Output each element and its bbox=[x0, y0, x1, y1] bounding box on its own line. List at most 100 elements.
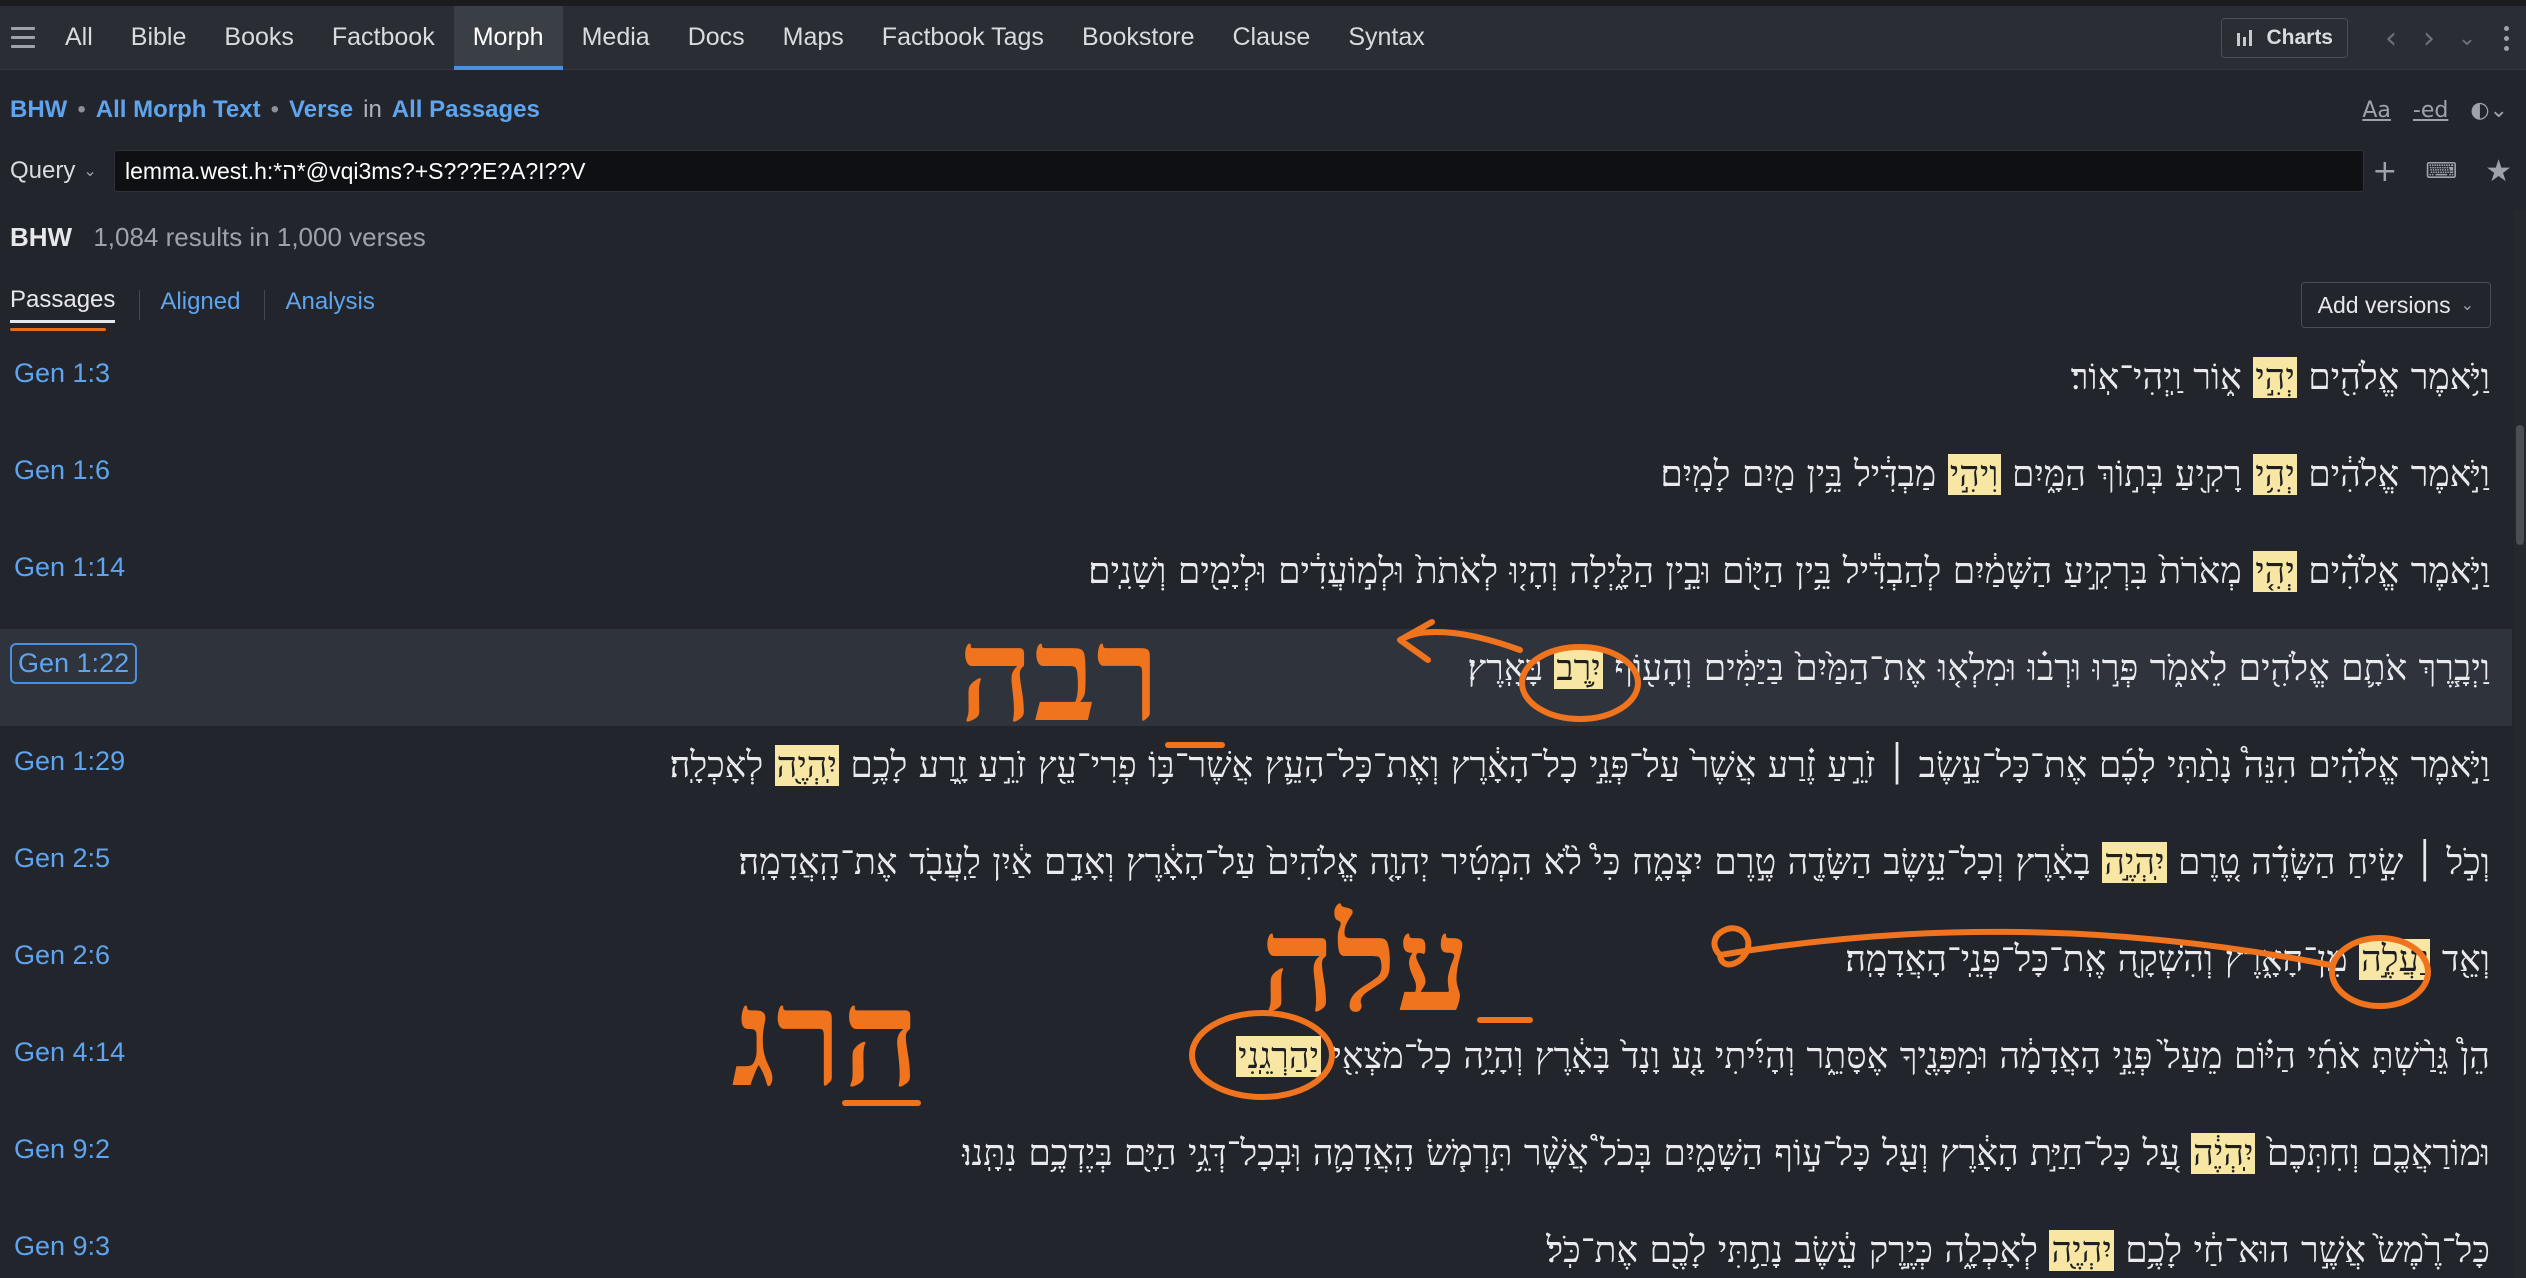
verse-text: וַיֹּ֣אמֶר אֱלֹהִ֔ים יְהִ֥י רָקִ֖יעַ בְּ… bbox=[1660, 453, 2490, 495]
tab-maps[interactable]: Maps bbox=[764, 6, 863, 70]
passage-row: Gen 2:6 וְאֵ֖ד יַעֲלֶ֣ה מִן־הָאָ֑רֶץ וְה… bbox=[0, 920, 2512, 1017]
bar-chart-icon bbox=[2237, 30, 2253, 46]
verse-text-segment: וַיֹּ֣אמֶר אֱלֹהִ֗ים bbox=[2296, 551, 2490, 592]
match-highlight[interactable]: יַהַרְגֵֽנִי bbox=[1236, 1036, 1322, 1077]
history-chevron-icon[interactable]: ⌄ bbox=[2448, 26, 2486, 51]
scrollbar[interactable] bbox=[2514, 210, 2526, 1278]
verse-text: וַיְבָ֧רֶךְ אֹתָ֛ם אֱלֹהִ֖ים לֵאמֹ֑ר פְּ… bbox=[1467, 647, 2490, 689]
verse-reference[interactable]: Gen 4:14 bbox=[14, 1037, 125, 1068]
view-subtabs: Passages Aligned Analysis bbox=[10, 286, 399, 323]
verse-reference[interactable]: Gen 1:6 bbox=[14, 455, 110, 486]
match-highlight[interactable]: יִהְיֶ֖ה bbox=[2049, 1230, 2114, 1271]
scrollbar-thumb[interactable] bbox=[2516, 425, 2524, 545]
star-icon[interactable]: ★ bbox=[2485, 154, 2512, 189]
chevron-down-icon: ⌄ bbox=[83, 163, 97, 180]
verse-text-segment: עַ֚ל כָּל־חַיַּ֣ת הָאָ֔רֶץ וְעַ֖ל כָּל־ע… bbox=[962, 1133, 2192, 1174]
verse-text-segment: מִן־הָאָ֑רֶץ וְהִשְׁקָ֖ה אֶֽת־כָּל־פְּנֵ… bbox=[1845, 939, 2360, 980]
verse-text: וַיֹּ֣אמֶר אֱלֹהִ֗ים יְהִ֤י מְאֹרֹת֙ בִּ… bbox=[1088, 550, 2490, 592]
tab-bar-tools: Charts ‹ › ⌄ bbox=[2221, 6, 2526, 70]
verse-reference[interactable]: Gen 1:22 bbox=[10, 643, 138, 684]
tab-books[interactable]: Books bbox=[205, 6, 312, 70]
tab-factbook-tags[interactable]: Factbook Tags bbox=[863, 6, 1063, 70]
tab-media[interactable]: Media bbox=[563, 6, 669, 70]
tab-morph[interactable]: Morph bbox=[453, 5, 563, 70]
passage-list: Gen 1:3 וַיֹּ֥אמֶר אֱלֹהִ֖ים יְהִ֣י א֑וֹ… bbox=[0, 338, 2512, 1278]
match-highlight[interactable]: וִיהִ֣י bbox=[1947, 454, 2001, 495]
verse-text: וַיֹּ֣אמֶר אֱלֹהִ֗ים הִנֵּה֩ נָתַ֨תִּי ל… bbox=[670, 744, 2490, 786]
back-arrow-icon[interactable]: ‹ bbox=[2372, 21, 2410, 56]
match-highlight[interactable]: יְהִ֤י bbox=[2253, 551, 2297, 592]
query-input[interactable]: lemma.west.h:*ה*@vqi3ms?+S???E?A?I??V bbox=[114, 150, 2364, 192]
tab-syntax[interactable]: Syntax bbox=[1329, 6, 1443, 70]
verse-reference[interactable]: Gen 1:14 bbox=[14, 552, 125, 583]
verse-reference[interactable]: Gen 2:6 bbox=[14, 940, 110, 971]
verse-text-segment: מְאֹרֹת֙ בִּרְקִ֣יעַ הַשָּׁמַ֔יִם לְהַבְ… bbox=[1088, 551, 2254, 592]
breadcrumb-text[interactable]: All Morph Text bbox=[96, 96, 261, 124]
passage-row: Gen 1:3 וַיֹּ֥אמֶר אֱלֹהִ֖ים יְהִ֣י א֑וֹ… bbox=[0, 338, 2512, 435]
breadcrumb-separator: • bbox=[77, 96, 86, 123]
verse-text: וְאֵ֖ד יַעֲלֶ֣ה מִן־הָאָ֑רֶץ וְהִשְׁקָ֖ה… bbox=[1845, 938, 2490, 980]
match-highlight[interactable]: יְהִ֣י bbox=[2253, 357, 2297, 398]
subtab-divider bbox=[139, 289, 141, 320]
verse-text-segment: בָּאָֽרֶץ׃ bbox=[1467, 648, 1555, 689]
verse-text-segment: לְאָכְלָֽה׃ bbox=[669, 745, 775, 786]
match-highlight[interactable]: יִ֥רֶב bbox=[1554, 648, 1603, 689]
match-highlight[interactable]: יִֽהְיֶ֖ה bbox=[774, 745, 839, 786]
verse-text-segment: וְאֵ֖ד bbox=[2430, 939, 2490, 980]
verse-reference[interactable]: Gen 9:2 bbox=[14, 1134, 110, 1165]
chevron-down-icon: ⌄ bbox=[2460, 297, 2474, 314]
verse-text: הֵן֩ גֵּרַ֨שְׁתָּ אֹתִ֜י הַיּ֗וֹם מֵעַל֙… bbox=[1236, 1035, 2490, 1077]
tab-bible[interactable]: Bible bbox=[112, 6, 206, 70]
results-summary: BHW 1,084 results in 1,000 verses bbox=[10, 222, 426, 253]
verse-reference[interactable]: Gen 1:3 bbox=[14, 358, 110, 389]
breadcrumb-scope[interactable]: Verse bbox=[289, 96, 353, 124]
forward-arrow-icon[interactable]: › bbox=[2410, 21, 2448, 56]
match-highlight[interactable]: יְהִ֥י bbox=[2253, 454, 2297, 495]
verse-reference[interactable]: Gen 1:29 bbox=[14, 746, 125, 777]
tab-factbook[interactable]: Factbook bbox=[313, 6, 454, 70]
query-tools: + ⌨ ★ bbox=[2372, 148, 2512, 194]
more-options-icon[interactable] bbox=[2486, 25, 2526, 51]
match-highlight[interactable]: יִֽהְיֶ֣ה bbox=[2102, 842, 2167, 883]
view-tools: Aa -ed ◐⌄ bbox=[2362, 92, 2508, 128]
passage-row: Gen 4:14 הֵן֩ גֵּרַ֨שְׁתָּ אֹתִ֜י הַיּ֗ו… bbox=[0, 1017, 2512, 1114]
verse-text-segment: וּמוֹרַאֲכֶ֤ם וְחִתְּכֶם֙ bbox=[2255, 1133, 2490, 1174]
font-size-icon[interactable]: Aa bbox=[2362, 98, 2391, 123]
subtab-passages[interactable]: Passages bbox=[10, 286, 116, 323]
subtab-aligned[interactable]: Aligned bbox=[160, 288, 240, 322]
passage-row: Gen 1:29 וַיֹּ֣אמֶר אֱלֹהִ֗ים הִנֵּה֩ נָ… bbox=[0, 726, 2512, 823]
subtab-analysis[interactable]: Analysis bbox=[285, 288, 374, 322]
add-versions-label: Add versions bbox=[2317, 291, 2451, 318]
verse-reference[interactable]: Gen 2:5 bbox=[14, 843, 110, 874]
section-divider bbox=[10, 328, 106, 331]
query-type-dropdown[interactable]: Query ⌄ bbox=[0, 157, 112, 185]
inline-edit-icon[interactable]: -ed bbox=[2413, 98, 2448, 123]
tab-clause[interactable]: Clause bbox=[1214, 6, 1330, 70]
breadcrumb-source[interactable]: BHW bbox=[10, 96, 67, 124]
verse-text-segment: רָקִ֖יעַ בְּת֣וֹךְ הַמָּ֑יִם bbox=[2000, 454, 2254, 495]
verse-reference[interactable]: Gen 9:3 bbox=[14, 1231, 110, 1262]
subtab-divider bbox=[264, 289, 266, 320]
menu-icon[interactable] bbox=[0, 6, 46, 70]
add-icon[interactable]: + bbox=[2372, 154, 2397, 189]
keyboard-icon[interactable]: ⌨ bbox=[2425, 159, 2457, 184]
match-highlight[interactable]: יַעֲלֶ֣ה bbox=[2359, 939, 2431, 980]
verse-text: וּמוֹרַאֲכֶ֤ם וְחִתְּכֶם֙ יִֽהְיֶ֔ה עַ֚ל… bbox=[962, 1132, 2490, 1174]
tab-docs[interactable]: Docs bbox=[669, 6, 764, 70]
breadcrumb-range[interactable]: All Passages bbox=[392, 96, 540, 124]
results-count: 1,084 results in 1,000 verses bbox=[93, 222, 426, 252]
tab-all[interactable]: All bbox=[46, 6, 112, 70]
passage-row: Gen 1:6 וַיֹּ֣אמֶר אֱלֹהִ֔ים יְהִ֥י רָקִ… bbox=[0, 435, 2512, 532]
display-mode-icon[interactable]: ◐⌄ bbox=[2470, 98, 2508, 123]
query-value: lemma.west.h:*ה*@vqi3ms?+S???E?A?I??V bbox=[125, 158, 586, 184]
charts-label: Charts bbox=[2266, 26, 2333, 49]
add-versions-button[interactable]: Add versions ⌄ bbox=[2300, 282, 2491, 328]
passage-row-selected: Gen 1:22 וַיְבָ֧רֶךְ אֹתָ֛ם אֱלֹהִ֖ים לֵ… bbox=[0, 629, 2512, 726]
verse-text: וַיֹּ֥אמֶר אֱלֹהִ֖ים יְהִ֣י א֑וֹר וַֽיְה… bbox=[2071, 356, 2490, 398]
tab-bookstore[interactable]: Bookstore bbox=[1063, 6, 1214, 70]
match-highlight[interactable]: יִֽהְיֶ֔ה bbox=[2191, 1133, 2256, 1174]
query-row: Query ⌄ lemma.west.h:*ה*@vqi3ms?+S???E?A… bbox=[0, 148, 2526, 194]
verse-text-segment: כָּל־רֶ֙מֶשׂ֙ אֲשֶׁ֣ר הוּא־חַ֔י לָכֶ֥ם bbox=[2113, 1230, 2490, 1271]
charts-button[interactable]: Charts bbox=[2221, 18, 2348, 58]
verse-text-segment: וַיְבָ֧רֶךְ אֹתָ֛ם אֱלֹהִ֖ים לֵאמֹ֑ר פְּ… bbox=[1602, 648, 2490, 689]
